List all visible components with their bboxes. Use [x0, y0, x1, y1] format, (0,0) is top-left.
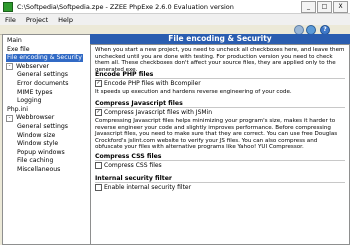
- menu-file[interactable]: File: [0, 16, 21, 24]
- encode-php-description: It speeds up execution and hardens rever…: [95, 89, 292, 95]
- internal-security-option[interactable]: Enable internal security filter: [95, 184, 191, 191]
- tree-item-label: Exe file: [7, 45, 30, 53]
- settings-content: When you start a new project, you need t…: [90, 44, 350, 245]
- tree-item-label: File encoding & Security: [6, 54, 83, 63]
- encode-php-title: Encode PHP files: [95, 71, 154, 78]
- divider: [95, 107, 345, 108]
- compress-css-option[interactable]: Compress CSS files: [95, 162, 162, 169]
- collapse-icon[interactable]: -: [6, 114, 13, 122]
- maximize-button[interactable]: □: [317, 1, 332, 13]
- settings-tree[interactable]: Main Exe file File encoding & Security - Web…: [2, 34, 91, 245]
- section-header: File encoding & Security: [90, 34, 350, 44]
- compress-css-checkbox[interactable]: [95, 162, 102, 169]
- tree-item-label: Window size: [17, 131, 56, 139]
- compress-js-title: Compress Javascript files: [95, 100, 183, 107]
- tree-item[interactable]: MIME types: [16, 89, 53, 97]
- divider: [95, 182, 345, 183]
- tree-item[interactable]: - Webbrowser: [6, 114, 55, 122]
- app-window: C:\Softpedia\Softpedia.zpe - ZZEE PhpExe…: [0, 0, 350, 245]
- tree-item-label: General settings: [17, 123, 69, 130]
- tree-item-label: MIME types: [17, 88, 53, 96]
- encode-php-label: Encode PHP files with Bcompiler: [104, 80, 201, 87]
- tree-item-label: Webbrowser: [16, 114, 55, 122]
- tree-item-label: Error documents: [17, 80, 69, 87]
- compress-js-description: Compressing Javascript files helps minim…: [95, 118, 338, 150]
- tree-item[interactable]: - Webserver: [6, 63, 50, 71]
- tree-item-label: Window style: [17, 140, 59, 148]
- tree-item-label: Webserver: [16, 62, 50, 70]
- tree-item-label: Popup windows: [17, 148, 65, 156]
- tree-item[interactable]: General settings: [16, 71, 69, 79]
- tree-item[interactable]: Window size: [16, 132, 56, 140]
- tree-item[interactable]: Exe file: [6, 46, 31, 54]
- tree-item[interactable]: Php.ini: [6, 106, 29, 114]
- menu-project[interactable]: Project: [21, 16, 53, 24]
- tree-item[interactable]: General settings: [16, 123, 69, 131]
- tree-item-label: File caching: [17, 157, 54, 165]
- menu-help[interactable]: Help: [53, 16, 78, 24]
- tree-item-label: Main: [7, 37, 22, 44]
- internal-security-title: Internal security filter: [95, 175, 172, 182]
- tree-item-label: General settings: [17, 71, 69, 79]
- internal-security-checkbox[interactable]: [95, 184, 102, 191]
- tree-item[interactable]: Error documents: [16, 80, 70, 88]
- tree-item[interactable]: Main: [6, 37, 23, 45]
- tree-item[interactable]: Logging: [16, 97, 43, 105]
- tree-item[interactable]: Miscellaneous: [16, 166, 61, 174]
- title-bar: C:\Softpedia\Softpedia.zpe - ZZEE PhpExe…: [0, 0, 350, 14]
- tree-item-label: Miscellaneous: [17, 166, 61, 173]
- internal-security-label: Enable internal security filter: [104, 184, 192, 191]
- encode-php-option[interactable]: ✓ Encode PHP files with Bcompiler: [95, 80, 201, 87]
- intro-text: When you start a new project, you need t…: [95, 47, 345, 73]
- encode-php-checkbox[interactable]: ✓: [95, 80, 102, 87]
- compress-js-checkbox[interactable]: ✓: [95, 109, 102, 116]
- close-button[interactable]: X: [333, 1, 348, 13]
- divider: [95, 160, 345, 161]
- app-icon: [3, 1, 13, 12]
- divider: [95, 78, 345, 79]
- collapse-icon[interactable]: -: [6, 63, 13, 71]
- compress-css-title: Compress CSS files: [95, 153, 162, 160]
- tree-item-label: Php.ini: [7, 105, 28, 113]
- menu-bar: File Project Help: [0, 14, 350, 25]
- compress-css-label: Compress CSS files: [104, 162, 162, 169]
- tree-item-label: Logging: [17, 97, 42, 105]
- tree-item[interactable]: Window style: [16, 140, 59, 148]
- window-title: C:\Softpedia\Softpedia.zpe - ZZEE PhpExe…: [17, 2, 234, 11]
- tree-item[interactable]: File encoding & Security: [6, 54, 83, 63]
- compress-js-option[interactable]: ✓ Compress Javascript files with JSMin: [95, 109, 212, 116]
- minimize-button[interactable]: _: [301, 1, 316, 13]
- window-controls: _ □ X: [301, 1, 348, 13]
- compress-js-label: Compress Javascript files with JSMin: [104, 109, 213, 116]
- tree-item[interactable]: Popup windows: [16, 149, 66, 157]
- tree-item[interactable]: File caching: [16, 157, 54, 165]
